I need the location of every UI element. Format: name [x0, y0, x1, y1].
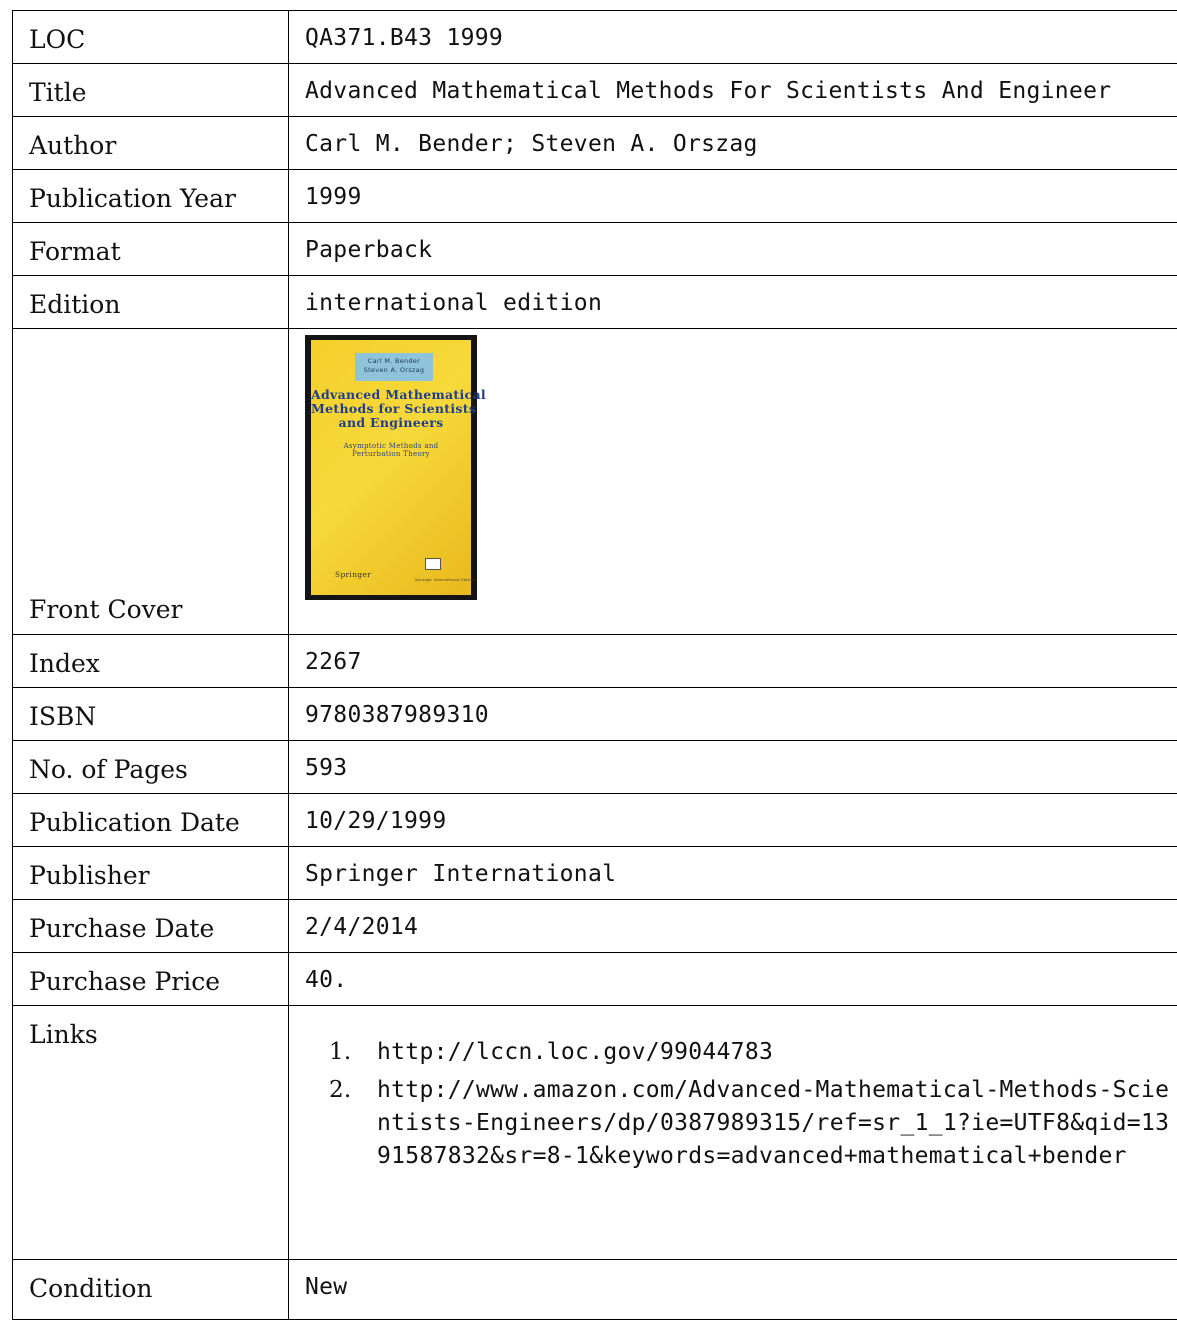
list-item: 1. http://lccn.loc.gov/99044783	[377, 1036, 1177, 1069]
cover-authors: Carl M. Bender Steven A. Orszag	[355, 353, 433, 381]
springer-logo-icon: Springer	[335, 570, 371, 579]
row-purchase-date: Purchase Date 2/4/2014	[13, 900, 1177, 953]
field-value: QA371.B43 1999	[289, 11, 1177, 64]
field-value: 2267	[289, 635, 1177, 688]
list-number: 2.	[329, 1074, 352, 1107]
row-condition: Condition New	[13, 1260, 1177, 1320]
row-publisher: Publisher Springer International	[13, 847, 1177, 900]
field-value: 2/4/2014	[289, 900, 1177, 953]
field-value: 1. http://lccn.loc.gov/99044783 2. http:…	[289, 1006, 1177, 1260]
field-label: Title	[13, 64, 289, 117]
field-label: Front Cover	[13, 329, 289, 635]
field-label: Index	[13, 635, 289, 688]
field-label: Condition	[13, 1260, 289, 1320]
front-cover-image[interactable]: Carl M. Bender Steven A. Orszag Advanced…	[305, 335, 477, 600]
links-list: 1. http://lccn.loc.gov/99044783 2. http:…	[289, 1036, 1177, 1173]
cover-title: Advanced Mathematical Methods for Scient…	[311, 388, 471, 430]
book-record-table: LOC QA371.B43 1999 Title Advanced Mathem…	[12, 10, 1177, 1320]
row-title: Title Advanced Mathematical Methods For …	[13, 64, 1177, 117]
field-label: Publication Year	[13, 170, 289, 223]
list-number: 1.	[329, 1036, 352, 1069]
edition-mark-icon	[425, 558, 441, 570]
row-loc: LOC QA371.B43 1999	[13, 11, 1177, 64]
field-value: Carl M. Bender Steven A. Orszag Advanced…	[289, 329, 1177, 635]
cover-subtitle-line: Perturbation Theory	[311, 450, 471, 458]
field-value: 593	[289, 741, 1177, 794]
row-publication-date: Publication Date 10/29/1999	[13, 794, 1177, 847]
list-item: 2. http://www.amazon.com/Advanced-Mathem…	[377, 1074, 1177, 1173]
field-value: Carl M. Bender; Steven A. Orszag	[289, 117, 1177, 170]
amazon-link[interactable]: http://www.amazon.com/Advanced-Mathemati…	[377, 1074, 1177, 1173]
field-value: New	[289, 1260, 1177, 1320]
row-author: Author Carl M. Bender; Steven A. Orszag	[13, 117, 1177, 170]
field-label: Author	[13, 117, 289, 170]
row-front-cover: Front Cover Carl M. Bender Steven A. Ors…	[13, 329, 1177, 635]
cover-subtitle-line: Asymptotic Methods and	[311, 442, 471, 450]
field-label: Edition	[13, 276, 289, 329]
row-index: Index 2267	[13, 635, 1177, 688]
row-edition: Edition international edition	[13, 276, 1177, 329]
field-value: Advanced Mathematical Methods For Scient…	[289, 64, 1177, 117]
row-isbn: ISBN 9780387989310	[13, 688, 1177, 741]
cover-title-line: Advanced Mathematical	[311, 388, 471, 402]
cover-subtitle: Asymptotic Methods and Perturbation Theo…	[311, 442, 471, 458]
field-label: Publisher	[13, 847, 289, 900]
field-value: Paperback	[289, 223, 1177, 276]
field-value: 9780387989310	[289, 688, 1177, 741]
field-label: Links	[13, 1006, 289, 1260]
cover-face: Carl M. Bender Steven A. Orszag Advanced…	[311, 340, 471, 595]
field-label: Format	[13, 223, 289, 276]
row-format: Format Paperback	[13, 223, 1177, 276]
lccn-link[interactable]: http://lccn.loc.gov/99044783	[377, 1036, 1177, 1069]
field-label: Publication Date	[13, 794, 289, 847]
cover-edition-mark: Springer International Edition	[415, 578, 459, 583]
field-label: Purchase Price	[13, 953, 289, 1006]
cover-author-1: Carl M. Bender	[355, 357, 433, 366]
row-links: Links 1. http://lccn.loc.gov/99044783 2.…	[13, 1006, 1177, 1260]
field-value: 40.	[289, 953, 1177, 1006]
row-publication-year: Publication Year 1999	[13, 170, 1177, 223]
field-value: international edition	[289, 276, 1177, 329]
row-purchase-price: Purchase Price 40.	[13, 953, 1177, 1006]
field-value: 1999	[289, 170, 1177, 223]
field-label: Purchase Date	[13, 900, 289, 953]
cover-author-2: Steven A. Orszag	[355, 366, 433, 375]
field-label: No. of Pages	[13, 741, 289, 794]
field-label: ISBN	[13, 688, 289, 741]
cover-title-line: and Engineers	[311, 416, 471, 430]
field-value: 10/29/1999	[289, 794, 1177, 847]
cover-title-line: Methods for Scientists	[311, 402, 471, 416]
row-pages: No. of Pages 593	[13, 741, 1177, 794]
field-label: LOC	[13, 11, 289, 64]
field-value: Springer International	[289, 847, 1177, 900]
